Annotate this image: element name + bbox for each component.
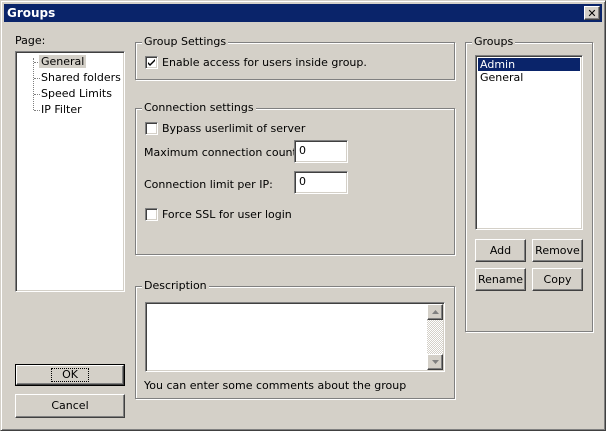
add-group-button[interactable]: Add <box>475 239 526 262</box>
ok-label: OK <box>51 368 89 382</box>
connection-settings-legend: Connection settings <box>142 101 256 115</box>
rename-group-button[interactable]: Rename <box>475 268 526 291</box>
description-textarea[interactable] <box>145 302 445 372</box>
force-ssl-label[interactable]: Force SSL for user login <box>162 208 292 222</box>
copy-group-button[interactable]: Copy <box>532 268 583 291</box>
tree-item-shared-folders[interactable]: Shared folders <box>41 71 121 85</box>
groups-legend: Groups <box>472 35 516 49</box>
checkmark-icon <box>148 59 155 66</box>
groups-list[interactable]: Admin General <box>475 55 583 230</box>
tree-connector-line <box>33 58 34 110</box>
enable-access-checkbox[interactable] <box>145 56 158 69</box>
connection-limit-per-ip-label: Connection limit per IP: <box>144 178 273 191</box>
rename-label: Rename <box>477 272 524 286</box>
connection-limit-per-ip-input[interactable]: 0 <box>294 171 348 194</box>
groups-dialog: Groups ✕ Page: General Shared folders Sp… <box>0 0 606 431</box>
cancel-label: Cancel <box>51 399 89 412</box>
scroll-down-button[interactable] <box>427 354 443 370</box>
close-button[interactable]: ✕ <box>584 6 600 20</box>
tree-item-label: General <box>39 55 87 68</box>
arrow-down-icon <box>431 360 439 364</box>
tree-connector <box>34 110 40 111</box>
groups-box: Groups Admin General Add Remove Rename C… <box>465 35 593 332</box>
connection-settings-box: Connection settings Bypass userlimit of … <box>135 101 455 255</box>
add-label: Add <box>489 243 512 257</box>
close-icon: ✕ <box>587 6 597 20</box>
remove-group-button[interactable]: Remove <box>532 239 583 262</box>
tree-connector <box>34 78 40 79</box>
tree-item-general[interactable]: General <box>39 55 87 69</box>
group-settings-box: Group Settings Enable access for users i… <box>135 35 455 80</box>
cancel-button[interactable]: Cancel <box>15 394 125 418</box>
tree-item-speed-limits[interactable]: Speed Limits <box>41 87 112 101</box>
tree-item-ip-filter[interactable]: IP Filter <box>41 103 82 117</box>
max-connection-count-input[interactable]: 0 <box>294 140 348 163</box>
group-item-admin[interactable]: Admin <box>478 58 580 71</box>
ok-button[interactable]: OK <box>15 364 125 386</box>
arrow-up-icon <box>431 310 439 314</box>
tree-connector <box>34 94 40 95</box>
enable-access-label[interactable]: Enable access for users inside group. <box>162 56 367 70</box>
window-title: Groups <box>7 6 56 20</box>
page-label: Page: <box>15 34 46 47</box>
connection-limit-per-ip-value: 0 <box>299 175 306 188</box>
max-connection-count-label: Maximum connection count: <box>144 146 301 159</box>
group-settings-legend: Group Settings <box>142 35 229 49</box>
group-item-general[interactable]: General <box>478 71 580 84</box>
page-tree[interactable]: General Shared folders Speed Limits IP F… <box>15 51 125 292</box>
bypass-userlimit-checkbox[interactable] <box>145 122 158 135</box>
description-legend: Description <box>142 279 209 293</box>
copy-label: Copy <box>543 272 572 286</box>
scroll-up-button[interactable] <box>427 304 443 320</box>
remove-label: Remove <box>535 243 580 257</box>
force-ssl-checkbox[interactable] <box>145 208 158 221</box>
bypass-userlimit-label[interactable]: Bypass userlimit of server <box>162 122 305 136</box>
max-connection-count-value: 0 <box>299 144 306 157</box>
description-box: Description You can enter some comments … <box>135 279 455 399</box>
description-hint: You can enter some comments about the gr… <box>144 379 407 392</box>
title-bar[interactable]: Groups ✕ <box>4 4 602 22</box>
scrollbar-track[interactable] <box>427 320 443 354</box>
